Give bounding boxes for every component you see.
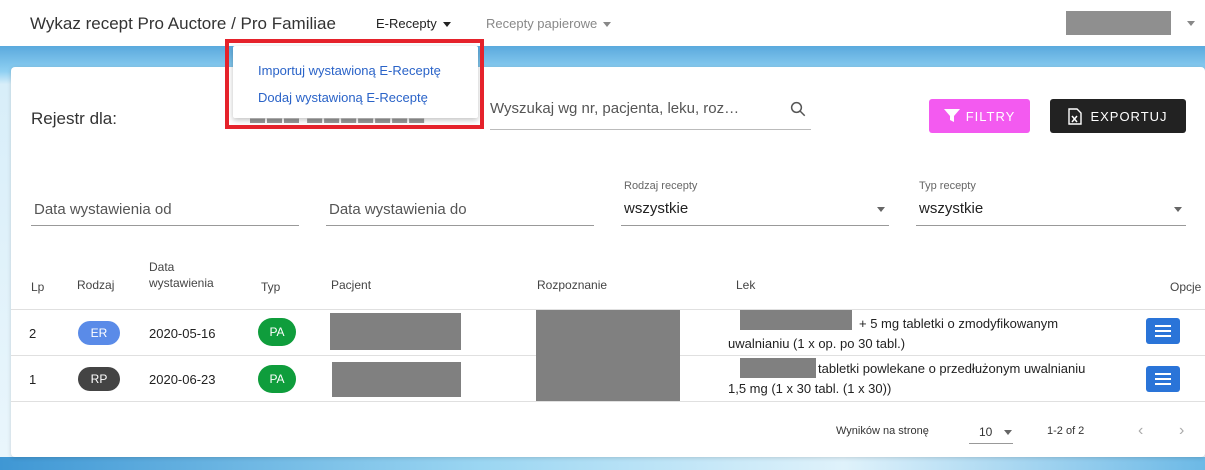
- table-row[interactable]: 1 RP 2020-06-23 PA tabletki powlekane o …: [11, 356, 1205, 402]
- chevron-down-icon: [877, 207, 885, 212]
- table-header: Lp Rodzaj Data wystawienia Typ Pacjent R…: [11, 256, 1205, 310]
- chevron-down-icon: [1004, 430, 1013, 436]
- header-opcje: Opcje: [1170, 280, 1202, 294]
- row-lek-line1: tabletki powlekane o przedłużonym uwalni…: [818, 361, 1086, 376]
- header-pacjent: Pacjent: [331, 278, 372, 292]
- rodzaj-recepty-value: wszystkie: [624, 200, 689, 217]
- search-input[interactable]: [490, 100, 780, 117]
- date-to-placeholder: Data wystawienia do: [329, 201, 467, 218]
- user-menu-chevron-icon[interactable]: [1187, 21, 1195, 26]
- header-rodzaj: Rodzaj: [77, 278, 115, 292]
- rows-per-page-label: Wyników na stronę: [836, 425, 929, 437]
- rodzaj-recepty-select[interactable]: Rodzaj recepty wszystkie: [621, 170, 889, 226]
- chevron-down-icon: [603, 22, 612, 28]
- background-bottom: [0, 457, 1205, 470]
- typ-recepty-select[interactable]: Typ recepty wszystkie: [916, 170, 1186, 226]
- patient-redacted: [332, 362, 461, 397]
- prev-page-icon[interactable]: ‹: [1138, 422, 1143, 440]
- row-data: 2020-06-23: [149, 372, 216, 387]
- register-label: Rejestr dla:: [31, 109, 117, 128]
- date-to-field[interactable]: Data wystawienia do: [326, 170, 594, 226]
- chevron-down-icon: [442, 22, 451, 28]
- typ-chip: PA: [258, 318, 296, 346]
- typ-recepty-label: Typ recepty: [919, 180, 976, 192]
- rows-per-page-select[interactable]: 10: [969, 422, 1013, 444]
- drug-name-redacted: [740, 310, 852, 330]
- filter-button[interactable]: FILTRY: [929, 99, 1030, 133]
- row-lek-line2: uwalnianiu (1 x op. po 30 tabl.): [728, 336, 906, 351]
- chevron-down-icon: [1174, 207, 1182, 212]
- rodzaj-chip: ER: [78, 321, 120, 345]
- rodzaj-recepty-label: Rodzaj recepty: [624, 180, 698, 192]
- menu-e-recepty-label: E-Recepty: [376, 16, 437, 31]
- patient-redacted: [330, 313, 461, 350]
- row-lek-line1: + 5 mg tabletki o zmodyfikowanym: [859, 316, 1059, 331]
- table-row[interactable]: 2 ER 2020-05-16 PA + 5 mg tabletki o zmo…: [11, 310, 1205, 402]
- options-menu-button[interactable]: [1146, 318, 1180, 344]
- typ-chip: PA: [258, 365, 296, 393]
- top-bar: Wykaz recept Pro Auctore / Pro Familiae …: [0, 0, 1205, 46]
- app-title: Wykaz recept Pro Auctore / Pro Familiae: [30, 14, 336, 33]
- header-typ: Typ: [261, 280, 281, 294]
- next-page-icon[interactable]: ›: [1179, 422, 1184, 440]
- export-button[interactable]: EXPORTUJ: [1050, 99, 1186, 133]
- header-data-line2: wystawienia: [149, 276, 214, 290]
- header-data-line1: Data: [149, 260, 175, 274]
- header-lp: Lp: [31, 280, 45, 294]
- date-from-field[interactable]: Data wystawienia od: [31, 170, 299, 226]
- user-account-redacted[interactable]: [1066, 11, 1171, 35]
- header-lek: Lek: [736, 278, 756, 292]
- row-lp: 2: [29, 326, 37, 341]
- excel-file-icon: [1068, 107, 1083, 125]
- page-range: 1-2 of 2: [1047, 425, 1085, 437]
- rows-per-page-value: 10: [979, 425, 993, 439]
- row-data: 2020-05-16: [149, 326, 216, 341]
- menu-recepty-papierowe[interactable]: Recepty papierowe: [486, 16, 612, 31]
- pagination: Wyników na stronę 10 1-2 of 2 ‹ ›: [11, 410, 1205, 456]
- menu-e-recepty[interactable]: E-Recepty: [376, 16, 451, 31]
- filter-button-label: FILTRY: [965, 108, 1016, 124]
- row-lp: 1: [29, 372, 37, 387]
- filter-icon: [943, 109, 960, 122]
- menu-recepty-papierowe-label: Recepty papierowe: [486, 16, 598, 31]
- highlight-annotation: [225, 39, 484, 129]
- header-rozpoznanie: Rozpoznanie: [537, 278, 608, 292]
- search-field[interactable]: [490, 92, 811, 130]
- typ-recepty-value: wszystkie: [919, 200, 984, 217]
- drug-name-redacted: [740, 358, 816, 378]
- date-from-placeholder: Data wystawienia od: [34, 201, 172, 218]
- export-button-label: EXPORTUJ: [1090, 108, 1168, 124]
- options-menu-button[interactable]: [1146, 366, 1180, 392]
- row-lek-line2: 1,5 mg (1 x 30 tabl. (1 x 30)): [728, 381, 892, 396]
- search-icon[interactable]: [789, 100, 807, 118]
- rodzaj-chip: RP: [78, 367, 120, 391]
